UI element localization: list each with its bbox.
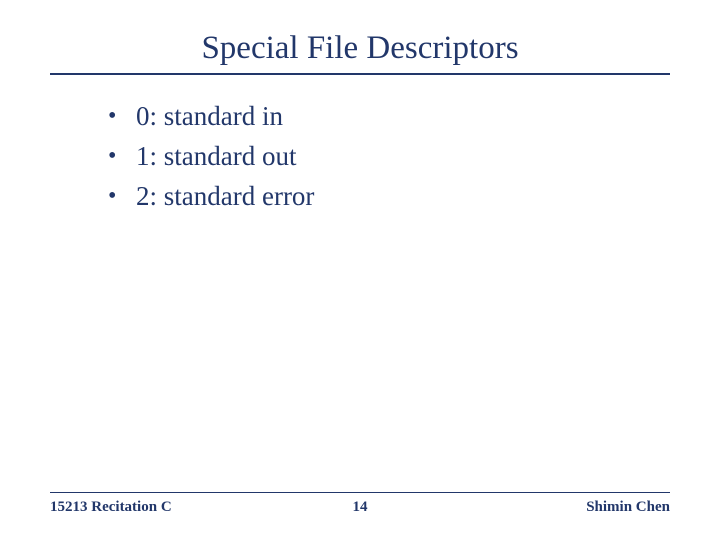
title-underline — [50, 73, 670, 75]
footer-right: Shimin Chen — [586, 499, 670, 516]
footer-row: 15213 Recitation C 14 Shimin Chen — [50, 499, 670, 516]
page-number: 14 — [353, 499, 368, 516]
list-item: • 2: standard error — [108, 179, 670, 213]
bullet-text: 2: standard error — [136, 179, 314, 213]
bullet-icon: • — [108, 99, 136, 133]
footer: 15213 Recitation C 14 Shimin Chen — [50, 492, 670, 516]
footer-left: 15213 Recitation C — [50, 499, 172, 516]
slide: Special File Descriptors • 0: standard i… — [0, 0, 720, 540]
bullet-icon: • — [108, 179, 136, 213]
bullet-text: 0: standard in — [136, 99, 283, 133]
slide-title: Special File Descriptors — [201, 30, 518, 71]
bullet-icon: • — [108, 139, 136, 173]
bullet-text: 1: standard out — [136, 139, 296, 173]
content-area: • 0: standard in • 1: standard out • 2: … — [50, 99, 670, 213]
footer-rule — [50, 492, 670, 493]
list-item: • 0: standard in — [108, 99, 670, 133]
title-container: Special File Descriptors — [50, 30, 670, 71]
list-item: • 1: standard out — [108, 139, 670, 173]
